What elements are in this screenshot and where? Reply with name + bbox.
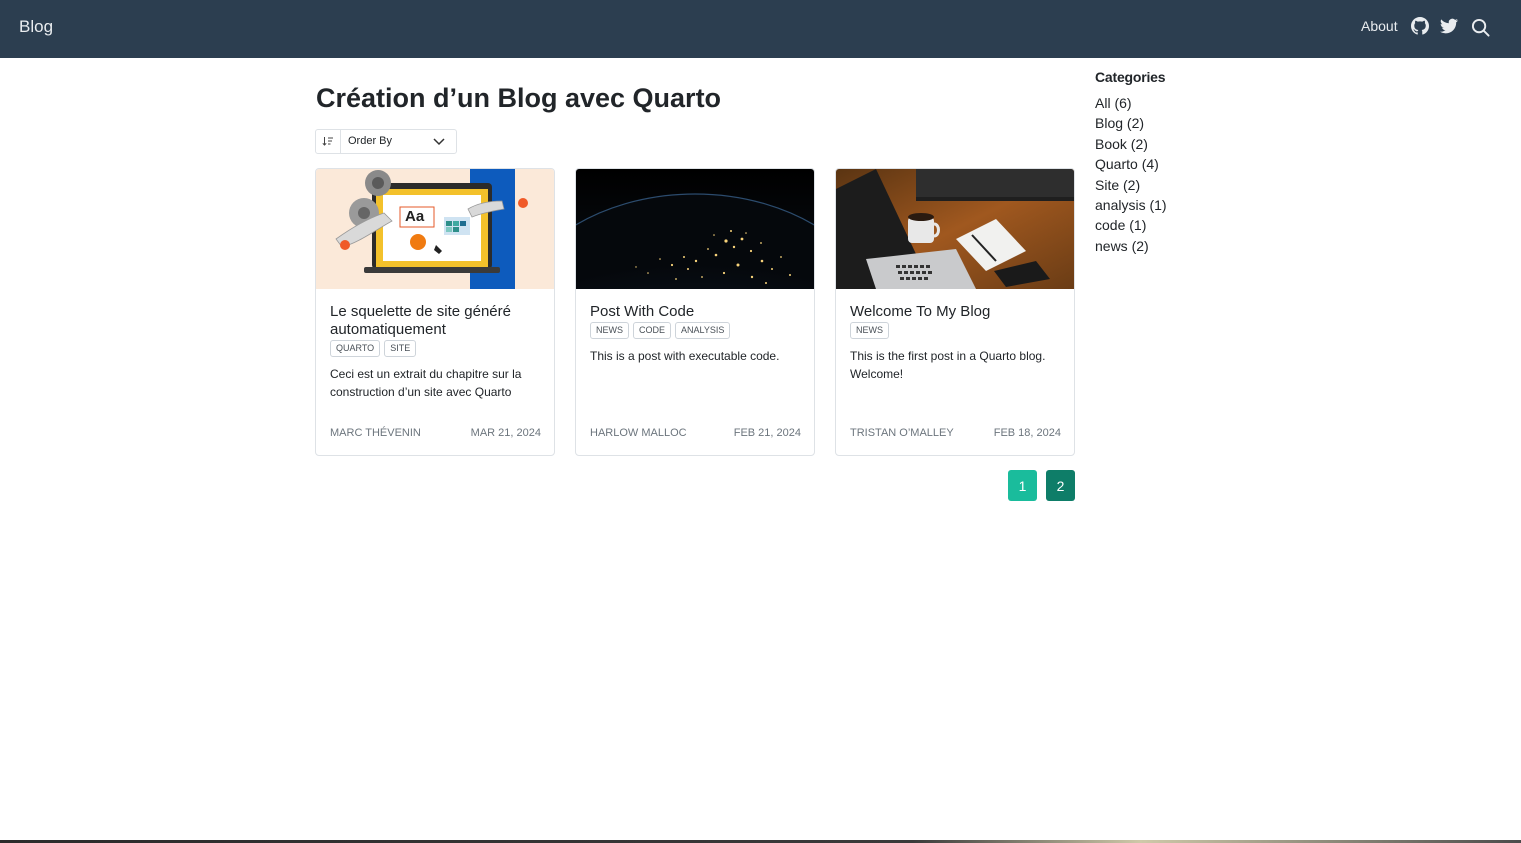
category-item-all[interactable]: All (6) bbox=[1095, 93, 1275, 113]
pagination-page-1[interactable]: 1 bbox=[1008, 470, 1037, 501]
search-icon[interactable] bbox=[1471, 18, 1490, 37]
category-badge[interactable]: NEWS bbox=[850, 322, 889, 339]
post-categories: NEWS CODE ANALYSIS bbox=[590, 322, 731, 339]
category-badge[interactable]: CODE bbox=[633, 322, 672, 339]
category-item-site[interactable]: Site (2) bbox=[1095, 175, 1275, 195]
category-item-analysis[interactable]: analysis (1) bbox=[1095, 195, 1275, 215]
order-by-select[interactable]: Order By bbox=[315, 129, 457, 154]
page-title: Création d’un Blog avec Quarto bbox=[316, 83, 722, 113]
post-categories: NEWS bbox=[850, 322, 889, 339]
post-date: FEB 21, 2024 bbox=[733, 427, 801, 439]
post-thumbnail-earth[interactable] bbox=[576, 169, 814, 289]
post-categories: QUARTO SITE bbox=[330, 340, 417, 357]
order-by-label: Order By bbox=[348, 135, 393, 147]
post-card[interactable]: Welcome To My Blog NEWS This is the firs… bbox=[835, 168, 1075, 456]
post-author: HARLOW MALLOC bbox=[590, 427, 687, 439]
chevron-down-icon bbox=[433, 138, 445, 146]
post-date: FEB 18, 2024 bbox=[993, 427, 1061, 439]
categories-title: Categories bbox=[1095, 69, 1166, 85]
post-title[interactable]: Post With Code bbox=[590, 303, 802, 321]
post-description: This is the first post in a Quarto blog.… bbox=[850, 349, 1046, 381]
category-item-book[interactable]: Book (2) bbox=[1095, 134, 1275, 154]
nav-about-link[interactable]: About bbox=[1361, 18, 1398, 34]
post-date: MAR 21, 2024 bbox=[470, 427, 541, 439]
navbar: Blog About bbox=[0, 0, 1521, 58]
category-item-code[interactable]: code (1) bbox=[1095, 215, 1275, 235]
navbar-brand[interactable]: Blog bbox=[19, 17, 53, 37]
github-icon[interactable] bbox=[1411, 17, 1429, 35]
category-item-news[interactable]: news (2) bbox=[1095, 236, 1275, 256]
category-badge[interactable]: QUARTO bbox=[330, 340, 381, 357]
post-description: Ceci est un extrait du chapitre sur la c… bbox=[330, 367, 522, 399]
category-item-blog[interactable]: Blog (2) bbox=[1095, 113, 1275, 133]
post-title[interactable]: Le squelette de site généré automatiquem… bbox=[330, 303, 542, 339]
post-title[interactable]: Welcome To My Blog bbox=[850, 303, 1062, 321]
post-author: TRISTAN O’MALLEY bbox=[850, 427, 954, 439]
post-description: This is a post with executable code. bbox=[590, 349, 780, 363]
svg-text:Aa: Aa bbox=[405, 208, 425, 225]
category-badge[interactable]: NEWS bbox=[590, 322, 629, 339]
category-badge[interactable]: ANALYSIS bbox=[675, 322, 731, 339]
post-thumbnail-design[interactable]: Aa bbox=[316, 169, 554, 289]
twitter-icon[interactable] bbox=[1440, 17, 1458, 35]
post-thumbnail-desk[interactable] bbox=[836, 169, 1074, 289]
sort-icon[interactable] bbox=[316, 130, 341, 153]
categories-sidebar: Categories All (6) Blog (2) Book (2) Qua… bbox=[1095, 69, 1275, 256]
post-author: MARC THÉVENIN bbox=[330, 427, 421, 439]
post-card[interactable]: Aa Le squelette de site généré automatiq… bbox=[315, 168, 555, 456]
pagination-page-2-active[interactable]: 2 bbox=[1046, 470, 1075, 501]
category-badge[interactable]: SITE bbox=[384, 340, 417, 357]
post-card[interactable]: Post With Code NEWS CODE ANALYSIS This i… bbox=[575, 168, 815, 456]
category-item-quarto[interactable]: Quarto (4) bbox=[1095, 154, 1275, 174]
